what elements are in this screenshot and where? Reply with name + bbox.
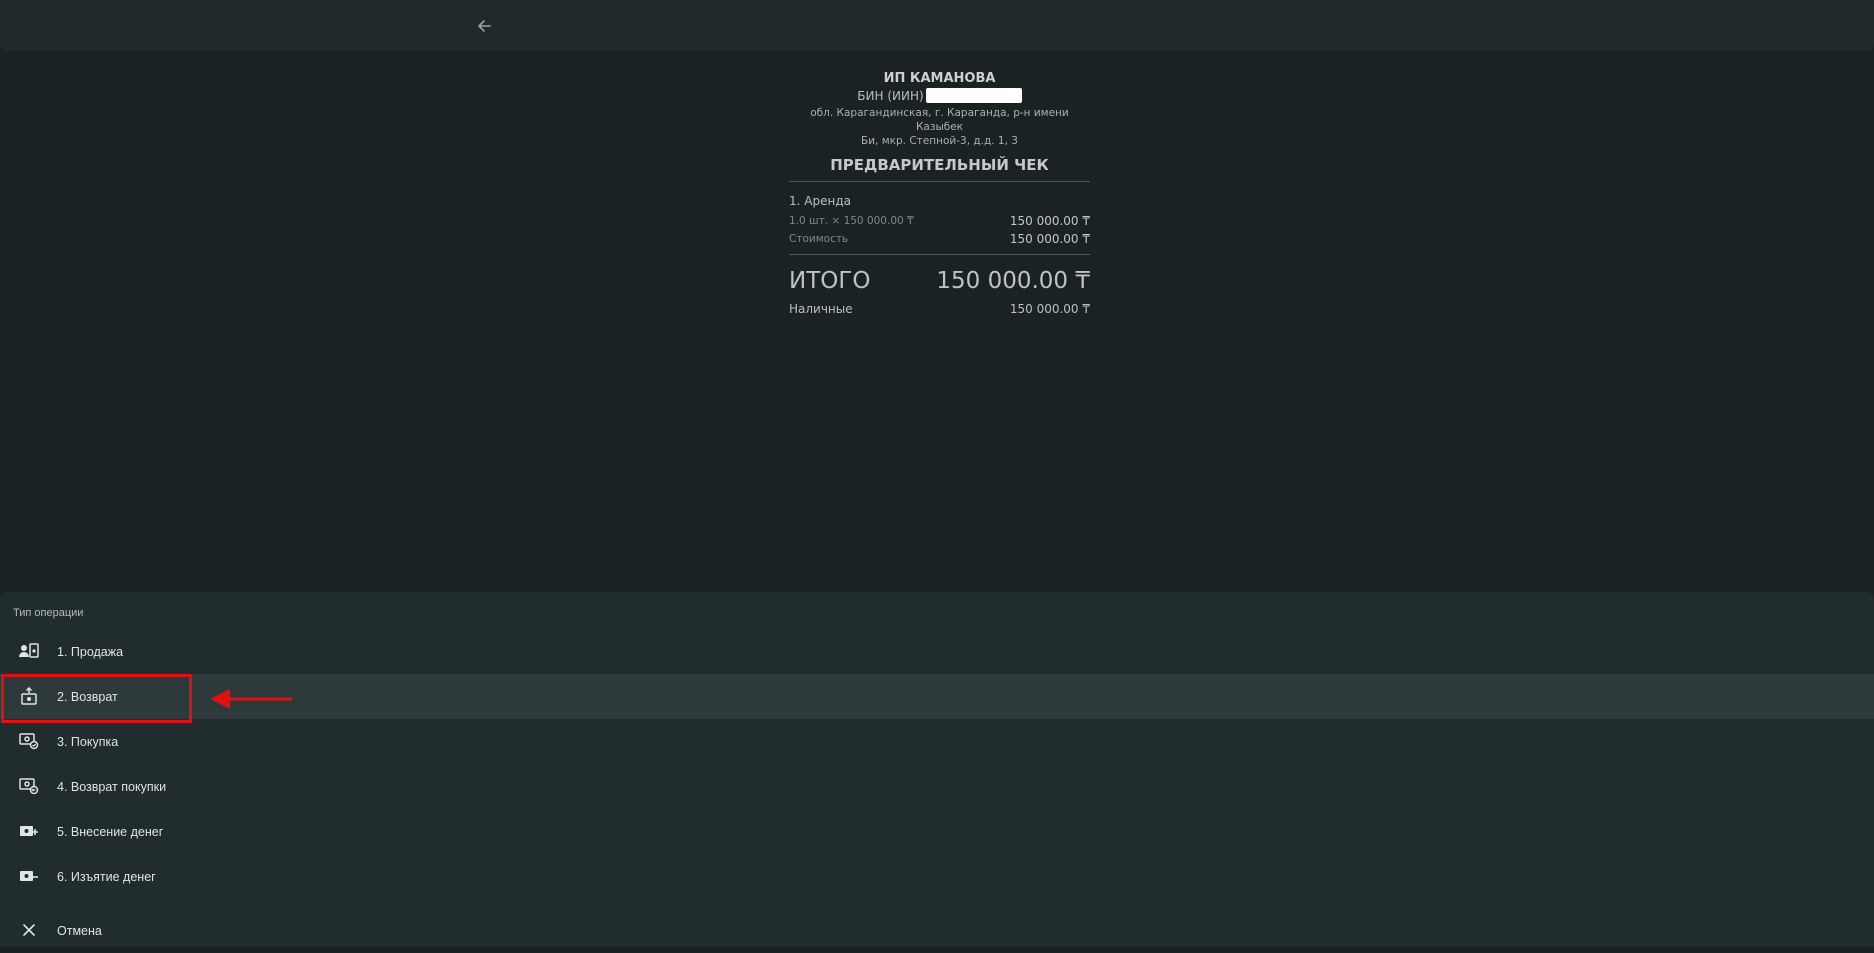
operation-refund[interactable]: 2. Возврат [0, 674, 1874, 719]
operation-label: 6. Изъятие денег [57, 869, 156, 884]
receipt-address-line1: обл. Карагандинская, г. Караганда, р-н и… [810, 107, 1069, 133]
receipt-divider [789, 181, 1090, 182]
purchase-icon [19, 732, 39, 750]
cancel-button[interactable]: Отмена [0, 908, 1874, 953]
refund-icon [19, 687, 39, 705]
operation-cash-out[interactable]: 6. Изъятие денег [0, 854, 1874, 899]
receipt-org-name: ИП КАМАНОВА [883, 71, 996, 86]
sheet-title: Тип операции [13, 607, 84, 619]
close-icon [19, 921, 39, 939]
operation-label: 3. Покупка [57, 734, 119, 749]
receipt-bin-label: БИН (ИИН) [857, 89, 924, 103]
top-app-bar [0, 0, 1874, 51]
receipt-total-row: ИТОГО 150 000.00 ₸ [789, 265, 1090, 297]
receipt-total-label: ИТОГО [789, 268, 871, 294]
operation-label: 4. Возврат покупки [57, 779, 167, 794]
operation-type-sheet: Тип операции 1. Продажа 2. Возврат 3. По… [0, 592, 1874, 947]
bin-redaction [925, 88, 1022, 103]
operation-purchase-return[interactable]: 4. Возврат покупки [0, 764, 1874, 809]
receipt-payment-row: Наличные 150 000.00 ₸ [789, 298, 1090, 320]
purchase-return-icon [19, 777, 39, 795]
receipt-address-line2: Би, мкр. Степной-3, д.д. 1, 3 [861, 135, 1018, 147]
operation-cash-in[interactable]: 5. Внесение денег [0, 809, 1874, 854]
arrow-left-icon [478, 20, 491, 32]
receipt-qty-row: 1.0 шт. × 150 000.00 ₸ 150 000.00 ₸ [789, 212, 1090, 230]
operation-label: 5. Внесение денег [57, 824, 164, 839]
cash-out-icon [19, 867, 39, 885]
receipt-bin: БИН (ИИН) [789, 87, 1090, 106]
receipt-cost-label: Стоимость [789, 233, 849, 245]
receipt-payment-label: Наличные [789, 302, 853, 316]
operation-label: 1. Продажа [57, 644, 124, 659]
receipt-cost-value: 150 000.00 ₸ [1009, 232, 1090, 246]
receipt-divider [789, 254, 1090, 255]
cancel-label: Отмена [57, 923, 102, 938]
back-button[interactable] [470, 12, 498, 40]
cash-in-icon [19, 822, 39, 840]
receipt-cost-row: Стоимость 150 000.00 ₸ [789, 230, 1090, 248]
receipt-item-name: 1. Аренда [789, 194, 851, 208]
operation-label: 2. Возврат [57, 689, 118, 704]
receipt-qty-value: 150 000.00 ₸ [1009, 214, 1090, 228]
receipt-preview: ИП КАМАНОВА БИН (ИИН) обл. Карагандинска… [789, 70, 1090, 320]
sale-icon [19, 642, 39, 660]
receipt-payment-value: 150 000.00 ₸ [1009, 302, 1090, 316]
operation-sale[interactable]: 1. Продажа [0, 629, 1874, 674]
receipt-total-value: 150 000.00 ₸ [936, 268, 1090, 294]
receipt-title: ПРЕДВАРИТЕЛЬНЫЙ ЧЕК [830, 156, 1049, 174]
receipt-qty-label: 1.0 шт. × 150 000.00 ₸ [789, 215, 914, 227]
operation-purchase[interactable]: 3. Покупка [0, 719, 1874, 764]
